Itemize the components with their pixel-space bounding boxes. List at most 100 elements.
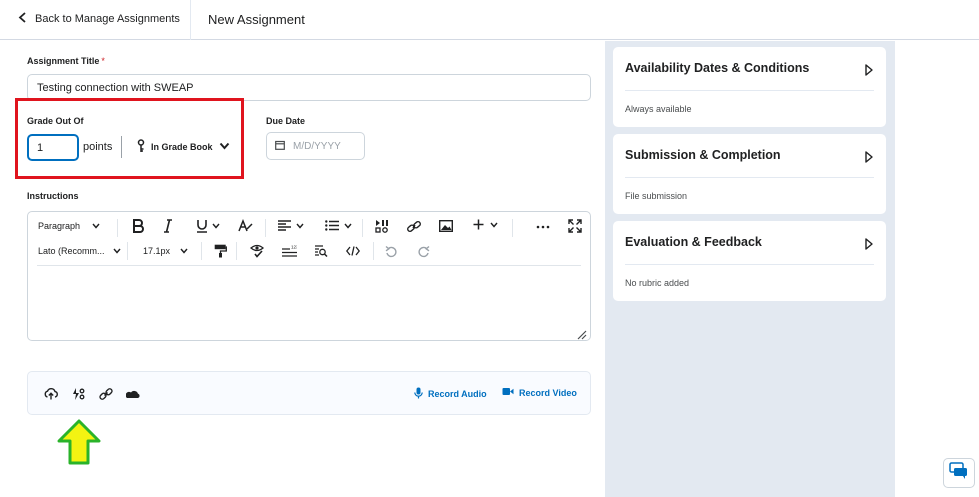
find-replace-icon[interactable] bbox=[314, 244, 328, 258]
plus-icon bbox=[473, 219, 484, 230]
chat-icon bbox=[949, 461, 969, 485]
chevron-down-icon bbox=[180, 248, 188, 254]
underline-icon bbox=[196, 219, 208, 233]
format-painter-icon[interactable] bbox=[214, 244, 227, 258]
assignment-title-input[interactable] bbox=[27, 74, 591, 101]
bullet-list-icon bbox=[325, 220, 339, 231]
instructions-label: Instructions bbox=[27, 191, 79, 201]
align-left-icon bbox=[278, 220, 291, 231]
font-family-dropdown[interactable]: Lato (Recomm... bbox=[38, 246, 121, 256]
microphone-icon bbox=[414, 387, 423, 401]
feedback-chat-button[interactable] bbox=[943, 458, 975, 488]
undo-icon[interactable] bbox=[385, 245, 398, 258]
annotation-up-arrow bbox=[56, 419, 102, 465]
card-divider bbox=[625, 177, 874, 178]
font-size-label: 17.1px bbox=[143, 246, 171, 256]
resize-handle-icon[interactable] bbox=[577, 327, 587, 340]
insert-stuff-icon[interactable] bbox=[375, 219, 389, 233]
image-icon[interactable] bbox=[439, 220, 453, 232]
availability-card-title: Availability Dates & Conditions bbox=[625, 61, 810, 75]
upload-icon[interactable] bbox=[44, 387, 58, 401]
assignment-title-label: Assignment Title * bbox=[27, 56, 105, 66]
word-count-icon[interactable]: 123 bbox=[282, 244, 297, 258]
chevron-down-icon bbox=[92, 223, 100, 229]
toolbar-separator bbox=[265, 219, 266, 237]
toolbar-separator bbox=[373, 242, 374, 260]
link-icon[interactable] bbox=[407, 220, 421, 233]
font-family-label: Lato (Recomm... bbox=[38, 246, 105, 256]
toolbar-separator bbox=[201, 242, 202, 260]
toolbar-separator bbox=[362, 219, 363, 237]
grade-out-of-label: Grade Out Of bbox=[27, 116, 84, 126]
in-grade-book-label: In Grade Book bbox=[151, 142, 213, 152]
due-date-input[interactable]: M/D/YYYY bbox=[266, 132, 365, 160]
insert-more-dropdown[interactable] bbox=[473, 219, 498, 230]
underline-dropdown[interactable] bbox=[196, 219, 220, 233]
onedrive-icon[interactable] bbox=[125, 387, 140, 401]
more-options-icon[interactable] bbox=[536, 225, 550, 229]
font-size-dropdown[interactable]: 17.1px bbox=[143, 246, 188, 256]
toolbar-separator bbox=[117, 219, 118, 237]
due-date-label: Due Date bbox=[266, 116, 306, 126]
toolbar-separator bbox=[127, 242, 128, 260]
grade-divider bbox=[121, 136, 122, 158]
chevron-down-icon bbox=[344, 223, 352, 229]
source-code-icon[interactable] bbox=[346, 246, 360, 256]
settings-side-panel: Availability Dates & Conditions Always a… bbox=[605, 41, 895, 497]
chevron-down-icon bbox=[219, 142, 230, 152]
expand-arrow-icon[interactable] bbox=[865, 237, 873, 250]
instructions-editor: Paragraph Lato (Recomm... 17.1px 12 bbox=[27, 211, 591, 341]
record-audio-button[interactable]: Record Audio bbox=[414, 387, 487, 401]
page-title: New Assignment bbox=[208, 11, 305, 27]
redo-icon[interactable] bbox=[417, 245, 430, 258]
in-grade-book-dropdown[interactable]: In Grade Book bbox=[137, 136, 230, 158]
paragraph-style-dropdown[interactable]: Paragraph bbox=[38, 221, 100, 231]
record-video-label: Record Video bbox=[519, 387, 577, 398]
chevron-down-icon bbox=[112, 248, 121, 254]
record-audio-label: Record Audio bbox=[428, 389, 487, 399]
expand-arrow-icon[interactable] bbox=[865, 63, 873, 76]
calendar-icon bbox=[275, 137, 285, 155]
attachments-bar: Record Audio Record Video bbox=[27, 371, 591, 415]
toolbar-bottom-border bbox=[37, 265, 581, 266]
text-color-icon[interactable] bbox=[238, 219, 254, 233]
chevron-left-icon bbox=[18, 12, 27, 26]
bold-icon[interactable] bbox=[132, 219, 144, 233]
record-video-button[interactable]: Record Video bbox=[502, 387, 577, 398]
attach-link-icon[interactable] bbox=[99, 387, 113, 401]
back-to-manage-assignments-link[interactable]: Back to Manage Assignments bbox=[18, 0, 180, 38]
chevron-down-icon bbox=[212, 223, 220, 229]
evaluation-card-title: Evaluation & Feedback bbox=[625, 235, 762, 249]
svg-text:123: 123 bbox=[291, 245, 297, 250]
accessibility-checker-icon[interactable] bbox=[250, 244, 265, 258]
assignment-form: Assignment Title* Grade Out Of points In… bbox=[0, 41, 605, 497]
points-label: points bbox=[83, 141, 113, 153]
back-link-label: Back to Manage Assignments bbox=[35, 13, 180, 25]
top-bar: Back to Manage Assignments New Assignmen… bbox=[0, 0, 979, 40]
insert-quicklink-icon[interactable] bbox=[71, 387, 85, 401]
availability-card[interactable]: Availability Dates & Conditions Always a… bbox=[613, 47, 886, 127]
evaluation-card[interactable]: Evaluation & Feedback No rubric added bbox=[613, 221, 886, 301]
chevron-down-icon bbox=[296, 223, 304, 229]
video-camera-icon bbox=[502, 387, 514, 398]
expand-arrow-icon[interactable] bbox=[865, 150, 873, 163]
evaluation-summary: No rubric added bbox=[625, 278, 690, 288]
due-date-placeholder: M/D/YYYY bbox=[293, 140, 341, 152]
fullscreen-icon[interactable] bbox=[568, 219, 582, 233]
toolbar-separator bbox=[512, 219, 513, 237]
chevron-down-icon bbox=[490, 222, 498, 228]
card-divider bbox=[625, 90, 874, 91]
key-icon bbox=[137, 139, 145, 155]
list-dropdown[interactable] bbox=[325, 220, 352, 231]
card-divider bbox=[625, 264, 874, 265]
alignment-dropdown[interactable] bbox=[278, 220, 304, 231]
submission-card-title: Submission & Completion bbox=[625, 148, 781, 162]
submission-card[interactable]: Submission & Completion File submission bbox=[613, 134, 886, 214]
submission-summary: File submission bbox=[625, 191, 688, 201]
italic-icon[interactable] bbox=[163, 219, 173, 233]
top-bar-divider bbox=[190, 0, 191, 40]
availability-summary: Always available bbox=[625, 104, 692, 114]
grade-out-of-input[interactable] bbox=[27, 134, 79, 161]
paragraph-style-label: Paragraph bbox=[38, 221, 81, 231]
required-mark: * bbox=[101, 56, 105, 66]
